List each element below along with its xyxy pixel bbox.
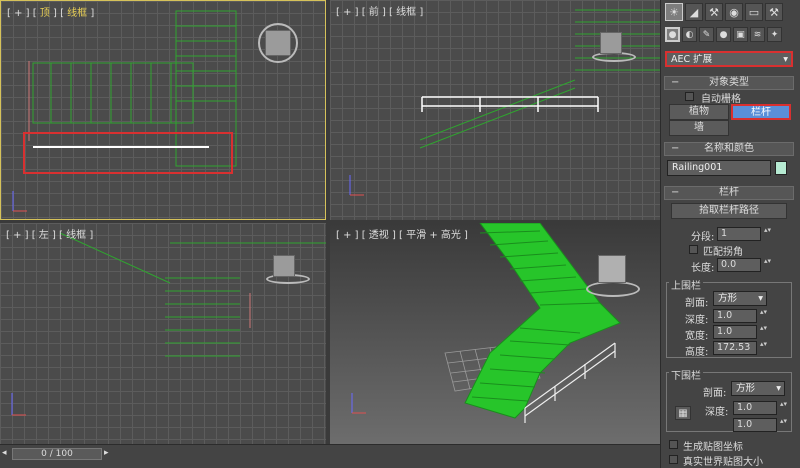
collapse-icon: − xyxy=(671,143,680,154)
top-rail-profile-label: 剖面: xyxy=(685,298,709,309)
collapse-icon: − xyxy=(671,187,680,198)
helpers-subtab-icon[interactable]: ▣ xyxy=(733,27,748,42)
spacewarps-subtab-icon[interactable]: ≋ xyxy=(750,27,765,42)
shapes-subtab-icon[interactable]: ◐ xyxy=(682,27,697,42)
top-rail-profile-dropdown[interactable]: 方形 ▾ xyxy=(713,291,767,306)
viewcube[interactable] xyxy=(600,32,622,54)
real-world-map-label: 真实世界贴图大小 xyxy=(683,457,763,468)
time-next-icon[interactable]: ▸ xyxy=(104,448,109,458)
viewcube-ring[interactable] xyxy=(586,281,640,297)
lights-subtab-icon[interactable]: ✎ xyxy=(699,27,714,42)
chevron-down-icon: ▾ xyxy=(758,293,763,304)
time-prev-icon[interactable]: ◂ xyxy=(2,448,7,458)
viewcube[interactable] xyxy=(265,30,291,56)
match-corners-checkbox[interactable] xyxy=(689,245,698,254)
object-name-input[interactable]: Railing001 xyxy=(667,160,771,176)
time-slider-bar[interactable]: ◂ 0 / 100 ▸ xyxy=(0,444,660,468)
railing-rollout[interactable]: − 栏杆 xyxy=(664,186,794,200)
viewport-perspective[interactable]: [ + ] [ 透视 ] [ 平滑 + 高光 ] xyxy=(330,223,660,444)
top-rail-height-spinner[interactable]: 172.53 xyxy=(713,341,768,355)
cameras-subtab-icon[interactable]: ● xyxy=(716,27,731,42)
category-dropdown[interactable]: AEC 扩展 ▾ xyxy=(665,51,793,67)
lower-rail-spacing-icon[interactable]: ▦ xyxy=(675,406,691,420)
name-color-rollout[interactable]: − 名称和颜色 xyxy=(664,142,794,156)
lower-rail-depth-label: 深度: xyxy=(705,407,729,418)
viewport-label-top[interactable]: [ + ] [ 顶 ] [ 线框 ] xyxy=(7,4,94,19)
create-subtabs: ● ◐ ✎ ● ▣ ≋ ✦ xyxy=(665,27,782,42)
top-rail-title: 上围栏 xyxy=(669,277,703,292)
top-rail-depth-spinner[interactable]: 1.0 xyxy=(713,309,768,323)
wall-button[interactable]: 墙 xyxy=(669,120,729,136)
object-type-rollout[interactable]: − 对象类型 xyxy=(664,76,794,90)
lower-rail-title: 下围栏 xyxy=(669,367,703,382)
railing-selection-highlight xyxy=(23,132,233,174)
autogrid-checkbox[interactable] xyxy=(685,92,694,101)
generate-mapping-label: 生成贴图坐标 xyxy=(683,442,743,453)
railing-button[interactable]: 栏杆 xyxy=(731,104,791,120)
profile-value: 方形 xyxy=(718,293,738,304)
systems-subtab-icon[interactable]: ✦ xyxy=(767,27,782,42)
pick-railing-path-button[interactable]: 拾取栏杆路径 xyxy=(671,203,787,219)
motion-tab-icon[interactable]: ◉ xyxy=(725,3,743,21)
real-world-map-checkbox[interactable] xyxy=(669,455,678,464)
time-slider[interactable]: 0 / 100 xyxy=(12,448,102,460)
chevron-down-icon: ▾ xyxy=(783,54,788,65)
utilities-tab-icon[interactable]: ⚒ xyxy=(765,3,783,21)
autogrid-label: 自动栅格 xyxy=(701,94,741,105)
lower-rail-profile-dropdown[interactable]: 方形 ▾ xyxy=(731,381,785,396)
object-color-swatch[interactable] xyxy=(775,161,787,175)
viewport-label-front[interactable]: [ + ] [ 前 ] [ 线框 ] xyxy=(336,3,423,18)
foliage-button[interactable]: 植物 xyxy=(669,104,729,120)
rollout-title: 对象类型 xyxy=(709,77,749,88)
viewport-front[interactable]: [ + ] [ 前 ] [ 线框 ] xyxy=(330,0,660,220)
viewport-label-left[interactable]: [ + ] [ 左 ] [ 线框 ] xyxy=(6,226,93,241)
length-label: 长度: xyxy=(691,263,715,274)
collapse-icon: − xyxy=(671,77,680,88)
top-rail-width-label: 宽度: xyxy=(685,331,709,342)
geometry-subtab-icon[interactable]: ● xyxy=(665,27,680,42)
viewcube[interactable] xyxy=(273,255,295,277)
generate-mapping-checkbox[interactable] xyxy=(669,440,678,449)
chevron-down-icon: ▾ xyxy=(776,383,781,394)
rollout-title: 名称和颜色 xyxy=(704,143,754,154)
segments-spinner[interactable]: 1 xyxy=(717,227,772,241)
profile-value: 方形 xyxy=(736,383,756,394)
segments-label: 分段: xyxy=(691,232,715,243)
top-rail-depth-label: 深度: xyxy=(685,315,709,326)
viewport-label-perspective[interactable]: [ + ] [ 透视 ] [ 平滑 + 高光 ] xyxy=(336,226,468,241)
top-rail-height-label: 高度: xyxy=(685,347,709,358)
lower-rail-depth-spinner[interactable]: 1.0 xyxy=(733,401,788,415)
length-spinner[interactable]: 0.0 xyxy=(717,258,772,272)
viewcube[interactable] xyxy=(598,255,626,283)
command-panel-tabs: ☀ ◢ ⚒ ◉ ▭ ⚒ xyxy=(665,3,783,21)
display-tab-icon[interactable]: ▭ xyxy=(745,3,763,21)
match-corners-label: 匹配拐角 xyxy=(703,247,743,258)
lower-rail-profile-label: 剖面: xyxy=(703,388,727,399)
top-rail-width-spinner[interactable]: 1.0 xyxy=(713,325,768,339)
rollout-title: 栏杆 xyxy=(719,187,739,198)
category-value: AEC 扩展 xyxy=(671,54,713,65)
hierarchy-tab-icon[interactable]: ⚒ xyxy=(705,3,723,21)
modify-tab-icon[interactable]: ◢ xyxy=(685,3,703,21)
create-tab-icon[interactable]: ☀ xyxy=(665,3,683,21)
command-panel: ☀ ◢ ⚒ ◉ ▭ ⚒ ● ◐ ✎ ● ▣ ≋ ✦ AEC 扩展 ▾ − 对象类… xyxy=(660,0,800,468)
lower-rail-width-spinner[interactable]: 1.0 xyxy=(733,418,788,432)
viewport-left[interactable]: [ + ] [ 左 ] [ 线框 ] xyxy=(0,223,326,444)
viewport-top[interactable]: [ + ] [ 顶 ] [ 线框 ] xyxy=(0,0,326,220)
